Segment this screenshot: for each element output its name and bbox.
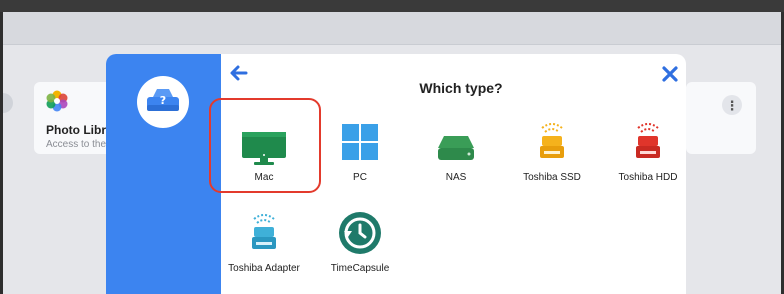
type-option-timecapsule[interactable]: TimeCapsule bbox=[312, 197, 408, 294]
modal-title: Which type? bbox=[419, 80, 503, 96]
time-capsule-icon bbox=[339, 212, 381, 254]
type-picker-modal: ? Which type? Mac PC NAS Toshiba SSD Tos… bbox=[106, 54, 686, 294]
card-subtitle: Access to the bbox=[46, 139, 107, 150]
toshiba-hdd-icon bbox=[636, 123, 660, 158]
type-label: TimeCapsule bbox=[330, 263, 390, 274]
right-background-card[interactable]: ⋮ bbox=[686, 82, 756, 154]
close-icon[interactable] bbox=[660, 64, 680, 84]
type-label: PC bbox=[353, 172, 367, 183]
type-option-toshiba-ssd[interactable]: Toshiba SSD bbox=[504, 106, 600, 206]
type-option-pc[interactable]: PC bbox=[312, 106, 408, 206]
selection-highlight bbox=[209, 98, 321, 193]
more-options-button[interactable]: ⋮ bbox=[722, 95, 742, 115]
window-titlebar bbox=[0, 12, 784, 45]
window-top-frame bbox=[0, 0, 784, 12]
windows-logo-icon bbox=[342, 124, 378, 160]
type-label: Toshiba Adapter bbox=[228, 263, 300, 274]
drive-help-icon: ? bbox=[147, 89, 179, 111]
photos-app-icon bbox=[46, 90, 68, 112]
arrow-left-icon[interactable] bbox=[228, 62, 250, 84]
toshiba-ssd-icon bbox=[540, 123, 564, 158]
type-label: NAS bbox=[445, 172, 467, 183]
type-label: Toshiba SSD bbox=[523, 172, 581, 183]
toshiba-adapter-icon bbox=[252, 214, 276, 249]
type-option-toshiba-adapter[interactable]: Toshiba Adapter bbox=[216, 197, 312, 294]
modal-sidebar: ? bbox=[106, 54, 221, 294]
type-option-toshiba-hdd[interactable]: Toshiba HDD bbox=[600, 106, 686, 206]
card-title: Photo Libra bbox=[46, 123, 113, 137]
nas-drive-icon bbox=[438, 136, 474, 160]
svg-text:?: ? bbox=[160, 94, 166, 107]
type-option-nas[interactable]: NAS bbox=[408, 106, 504, 206]
type-label: Toshiba HDD bbox=[618, 172, 678, 183]
brand-badge: ? bbox=[137, 76, 189, 128]
